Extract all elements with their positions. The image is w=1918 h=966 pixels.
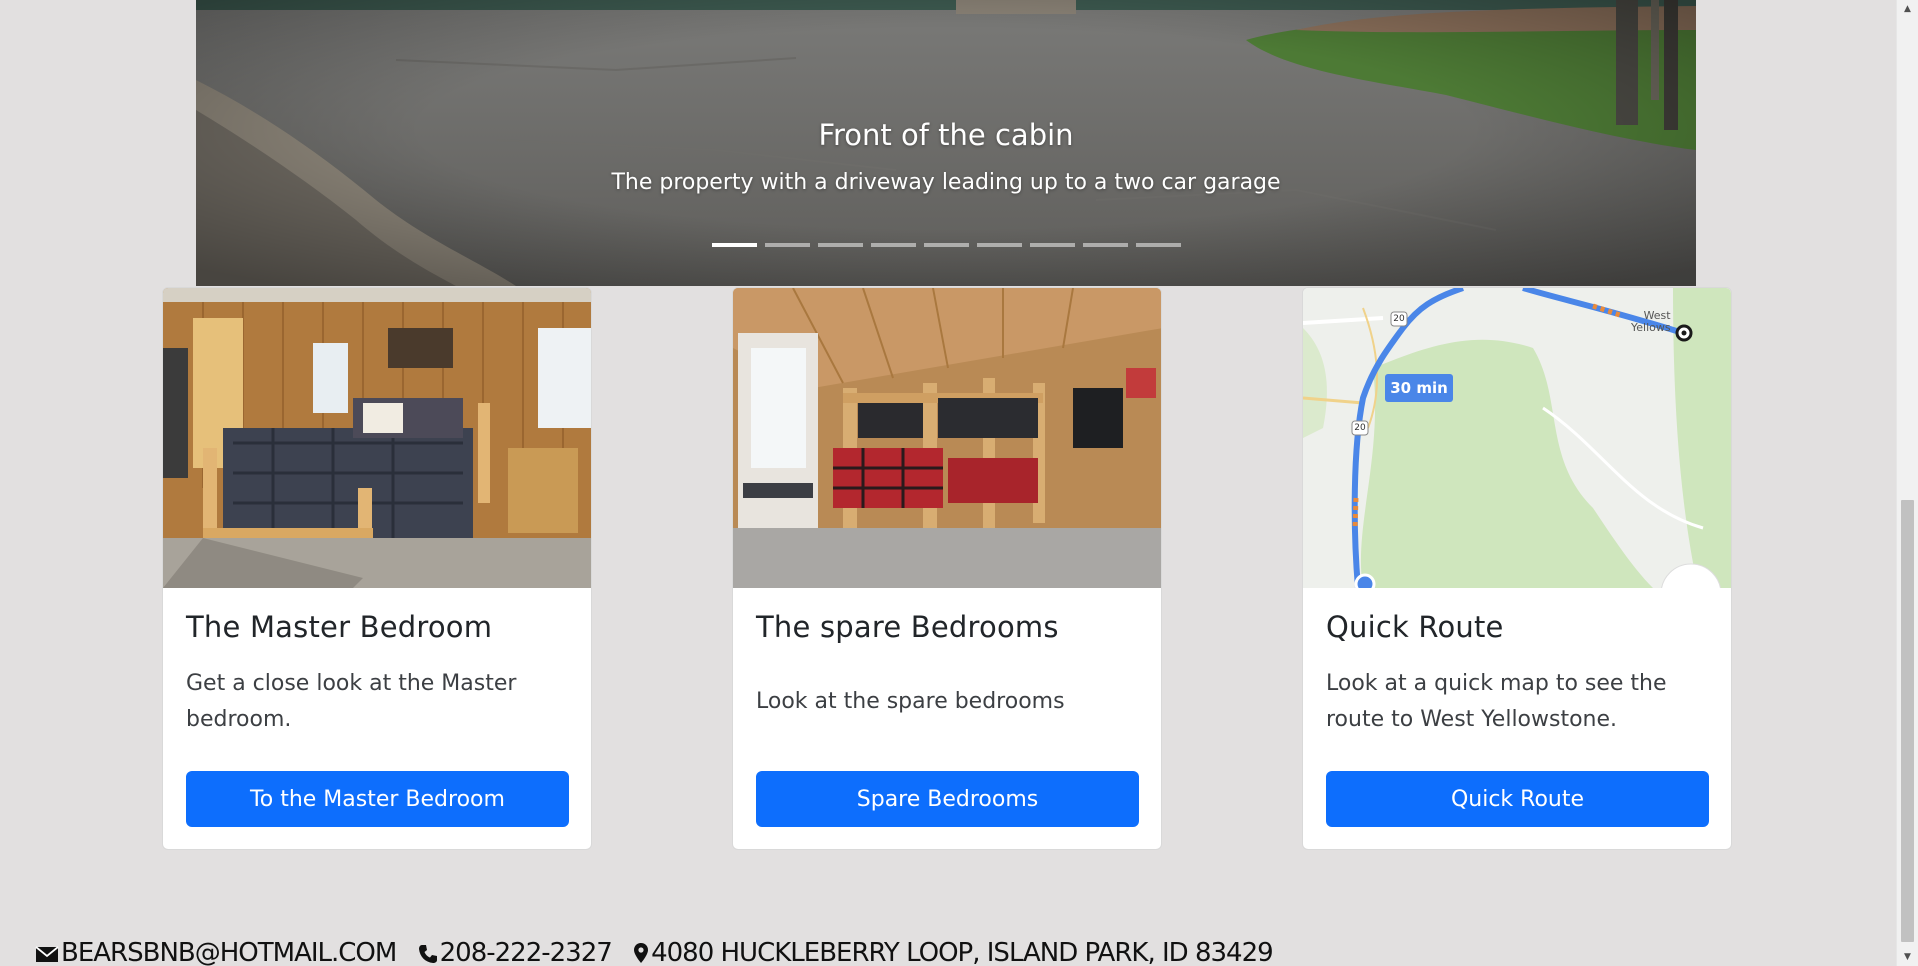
envelope-icon [35, 938, 59, 966]
card-text: Look at the spare bedrooms [756, 689, 1065, 714]
master-bedroom-image [163, 288, 591, 588]
carousel-indicator-3[interactable] [817, 243, 863, 247]
email-text: BEARSBNB@HOTMAIL.COM [61, 938, 397, 966]
highway-shield-label: 20 [1354, 423, 1366, 433]
spare-bedrooms-image [733, 288, 1161, 588]
phone-text: 208-222-2327 [439, 938, 613, 966]
route-time-badge: 30 min [1390, 379, 1448, 397]
card-spare-bedrooms: The spare Bedrooms Look at the spare bed… [732, 287, 1162, 850]
spare-bedrooms-button[interactable]: Spare Bedrooms [756, 771, 1139, 827]
place-label-line-2: Yellows [1631, 321, 1671, 334]
page-scrollbar[interactable]: ▲ ▼ [1896, 0, 1918, 966]
card-title: The spare Bedrooms [756, 610, 1059, 644]
carousel-indicator-4[interactable] [870, 243, 916, 247]
phone-icon [418, 938, 438, 966]
card-quick-route: 30 min 20 20 West Yellows Quick Route Lo… [1302, 287, 1732, 850]
card-text: Look at a quick map to see the route to … [1326, 671, 1667, 732]
scroll-up-arrow-icon[interactable]: ▲ [1897, 0, 1918, 18]
carousel-indicator-1[interactable] [711, 243, 757, 247]
highway-shield-label: 20 [1393, 314, 1405, 324]
carousel-indicator-6[interactable] [976, 243, 1022, 247]
carousel-indicators [196, 243, 1696, 247]
carousel-indicator-5[interactable] [923, 243, 969, 247]
card-text: Get a close look at the Master bedroom. [186, 671, 517, 732]
footer-phone[interactable]: 208-222-2327 [418, 938, 613, 966]
carousel-indicator-7[interactable] [1029, 243, 1075, 247]
carousel-caption-title: Front of the cabin [818, 118, 1074, 152]
quick-route-button[interactable]: Quick Route [1326, 771, 1709, 827]
carousel-indicator-8[interactable] [1082, 243, 1128, 247]
footer-address[interactable]: 4080 HUCKLEBERRY LOOP, ISLAND PARK, ID 8… [633, 938, 1274, 966]
contact-footer: BEARSBNB@HOTMAIL.COM 208-222-2327 4080 H… [35, 938, 1287, 966]
map-marker-icon [633, 938, 649, 966]
address-text: 4080 HUCKLEBERRY LOOP, ISLAND PARK, ID 8… [651, 938, 1274, 966]
carousel-indicator-9[interactable] [1135, 243, 1181, 247]
carousel-indicator-2[interactable] [764, 243, 810, 247]
photo-carousel[interactable]: Front of the cabin The property with a d… [196, 0, 1696, 286]
place-label: West Yellows [1631, 310, 1671, 334]
card-master-bedroom: The Master Bedroom Get a close look at t… [162, 287, 592, 850]
card-title: Quick Route [1326, 610, 1504, 644]
scrollbar-thumb[interactable] [1901, 500, 1914, 942]
scroll-down-arrow-icon[interactable]: ▼ [1897, 948, 1918, 966]
master-bedroom-button[interactable]: To the Master Bedroom [186, 771, 569, 827]
card-title: The Master Bedroom [186, 610, 493, 644]
carousel-caption-text: The property with a driveway leading up … [611, 170, 1281, 195]
footer-email[interactable]: BEARSBNB@HOTMAIL.COM [35, 938, 397, 966]
